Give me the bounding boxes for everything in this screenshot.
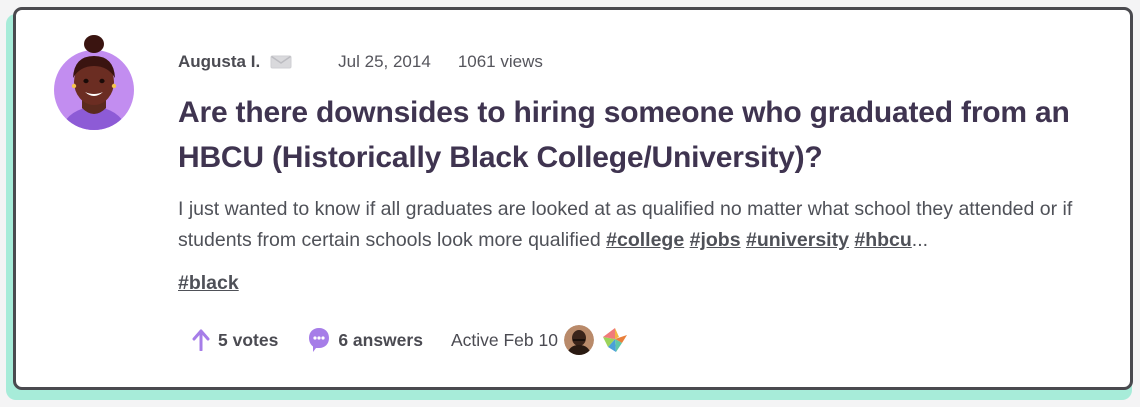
tag-black[interactable]: #black bbox=[178, 272, 239, 294]
post-footer: 5 votes 6 answers Active Feb 10 bbox=[192, 322, 630, 358]
envelope-icon[interactable] bbox=[270, 54, 292, 70]
last-active: Active Feb 10 bbox=[450, 329, 558, 350]
tag-university[interactable]: #university bbox=[746, 229, 849, 251]
participant-logo-icon[interactable] bbox=[600, 325, 630, 355]
view-count: 1061 views bbox=[457, 52, 543, 71]
tag-college[interactable]: #college bbox=[606, 229, 684, 251]
activity-info: Active Feb 10 bbox=[451, 325, 630, 355]
arrow-up-icon bbox=[192, 329, 210, 351]
speech-bubble-icon bbox=[308, 327, 330, 353]
tag-jobs[interactable]: #jobs bbox=[690, 229, 741, 251]
post-date: Jul 25, 2014 bbox=[338, 52, 431, 71]
question-card[interactable]: Augusta I. Jul 25, 2014 1061 views Are t… bbox=[13, 7, 1133, 390]
question-title[interactable]: Are there downsides to hiring someone wh… bbox=[178, 90, 1078, 180]
answers-button[interactable]: 6 answers bbox=[308, 327, 423, 353]
participant-avatar[interactable] bbox=[563, 325, 594, 355]
question-excerpt: I just wanted to know if all graduates a… bbox=[178, 194, 1078, 256]
tag-hbcu[interactable]: #hbcu bbox=[854, 229, 911, 251]
post-meta: Augusta I. Jul 25, 2014 1061 views bbox=[178, 48, 1078, 76]
tag-list: #black bbox=[178, 268, 1078, 299]
votes-button[interactable]: 5 votes bbox=[192, 329, 278, 351]
votes-count: 5 votes bbox=[218, 329, 279, 350]
author-name[interactable]: Augusta I. bbox=[178, 52, 260, 72]
post-content: Augusta I. Jul 25, 2014 1061 views Are t… bbox=[178, 48, 1078, 299]
answers-count: 6 answers bbox=[338, 329, 423, 350]
author-avatar[interactable] bbox=[52, 34, 136, 132]
excerpt-ellipsis: ... bbox=[911, 229, 929, 251]
